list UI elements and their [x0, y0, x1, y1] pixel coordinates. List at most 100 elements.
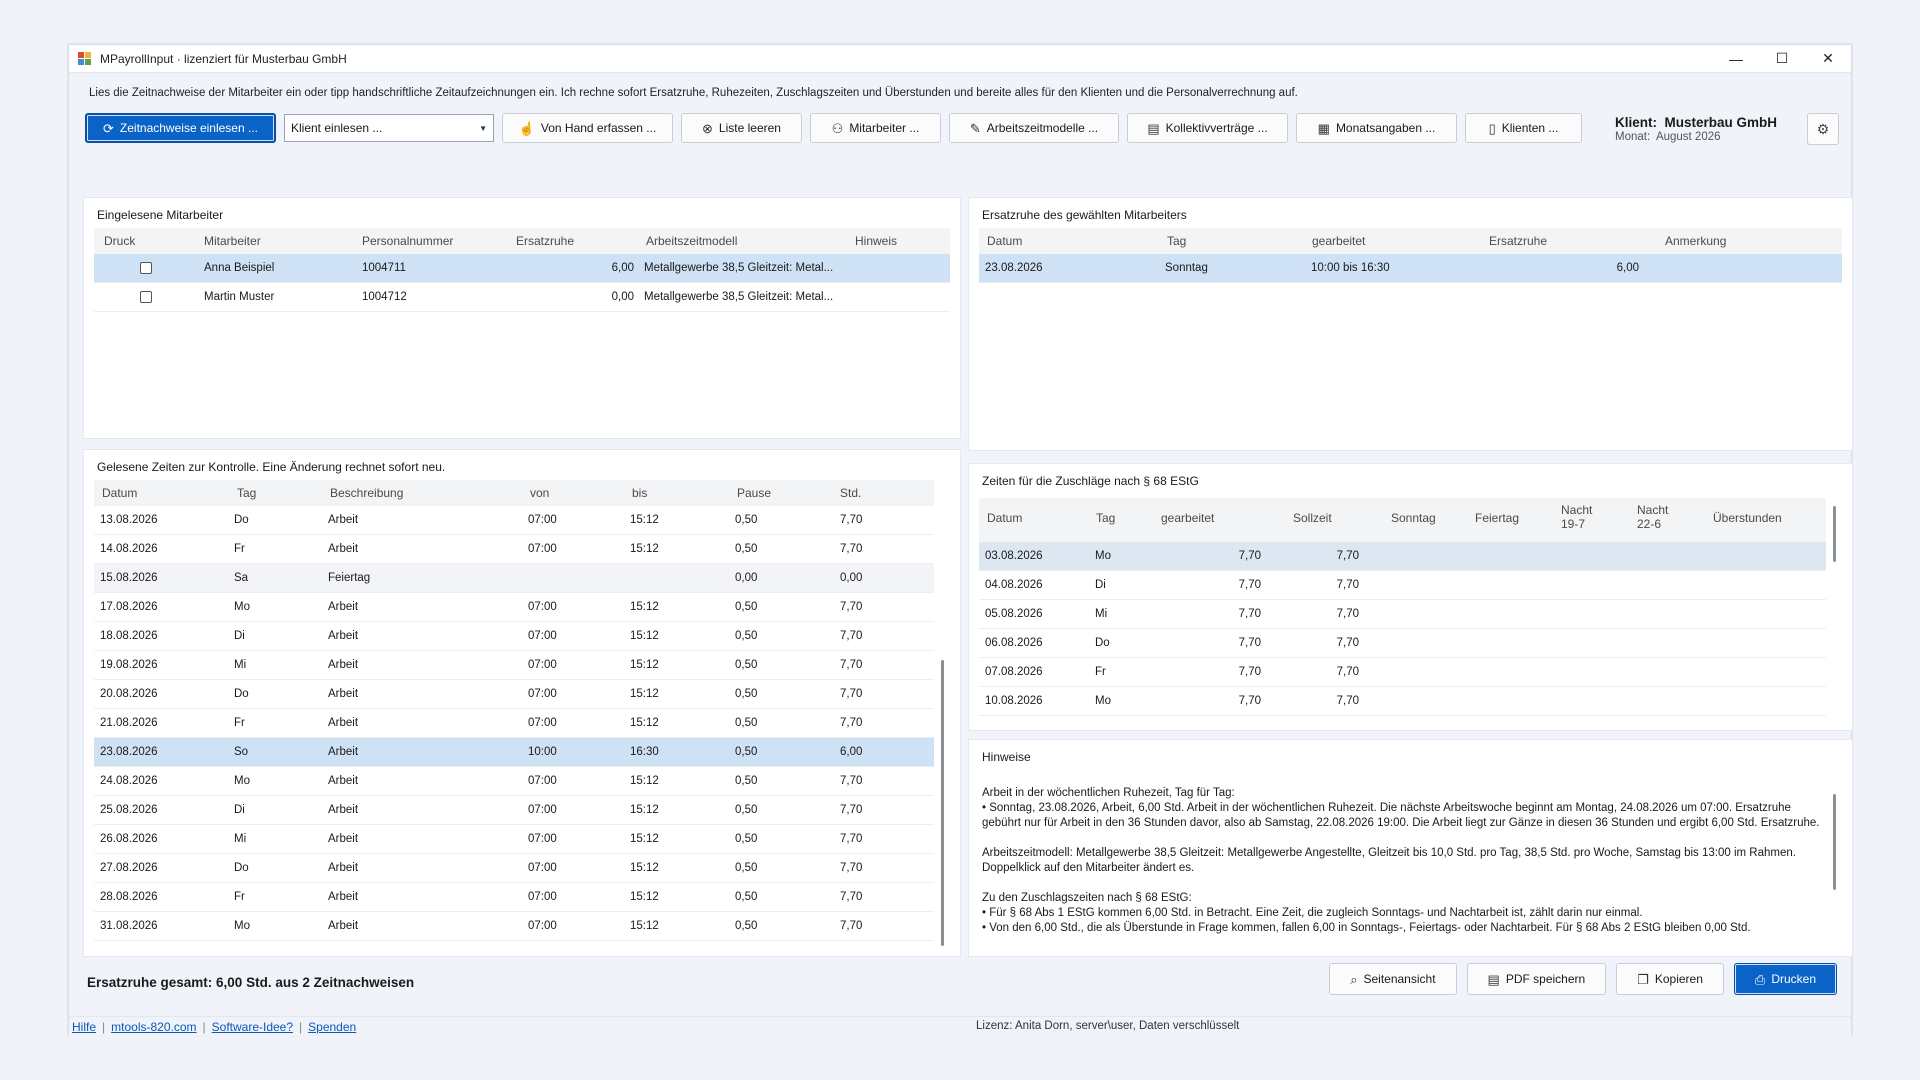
table-row[interactable]: 06.08.2026 Do 7,70 7,70: [979, 629, 1826, 658]
printer-icon: ⎙: [1754, 971, 1766, 987]
table-row[interactable]: 21.08.2026 Fr Arbeit 07:00 15:12 0,50 7,70: [94, 709, 934, 738]
client-select[interactable]: Klient einlesen ... ▼: [284, 114, 494, 142]
monthly-data-button[interactable]: ▦ Monatsangaben ...: [1296, 113, 1457, 143]
software-idea-link[interactable]: Software-Idee?: [212, 1020, 293, 1034]
work-models-label: Arbeitszeitmodelle ...: [986, 121, 1099, 135]
client-label: Klient:: [1615, 115, 1657, 130]
table-row[interactable]: 31.08.2026 Mo Arbeit 07:00 15:12 0,50 7,70: [94, 912, 934, 941]
table-row[interactable]: 28.08.2026 Fr Arbeit 07:00 15:12 0,50 7,70: [94, 883, 934, 912]
table-row[interactable]: 18.08.2026 Di Arbeit 07:00 15:12 0,50 7,70: [94, 622, 934, 651]
maximize-button[interactable]: ☐: [1759, 45, 1805, 72]
time-date: 14.08.2026: [100, 543, 158, 555]
time-from: 07:00: [528, 688, 557, 700]
read-timesheets-button[interactable]: ⟳ Zeitnachweise einlesen ...: [85, 113, 276, 143]
table-row[interactable]: 10.08.2026 Mo 7,70 7,70: [979, 687, 1826, 716]
col-note: Anmerkung: [1665, 234, 1727, 248]
time-pause: 0,50: [735, 746, 758, 758]
table-row[interactable]: 13.08.2026 Do Arbeit 07:00 15:12 0,50 7,70: [94, 506, 934, 535]
print-checkbox[interactable]: [140, 262, 152, 274]
col-rest: Ersatzruhe: [516, 234, 575, 248]
table-row[interactable]: Martin Muster 1004712 0,00 Metallgewerbe…: [94, 283, 950, 312]
table-row[interactable]: 20.08.2026 Do Arbeit 07:00 15:12 0,50 7,70: [94, 680, 934, 709]
time-pause: 0,50: [735, 688, 758, 700]
instruction-text: Lies die Zeitnachweise der Mitarbeiter e…: [89, 87, 1298, 99]
col-date: Datum: [987, 234, 1023, 248]
hints-scrollbar[interactable]: [1833, 794, 1836, 890]
collective-agreements-button[interactable]: ▤ Kollektivverträge ...: [1127, 113, 1288, 143]
table-row[interactable]: 27.08.2026 Do Arbeit 07:00 15:12 0,50 7,70: [94, 854, 934, 883]
employees-button[interactable]: ⚇ Mitarbeiter ...: [810, 113, 941, 143]
time-hours: 7,70: [840, 630, 863, 642]
table-row[interactable]: 24.08.2026 Mo Arbeit 07:00 15:12 0,50 7,70: [94, 767, 934, 796]
client-info: Klient: Musterbau GmbH Monat: August 202…: [1615, 115, 1777, 143]
time-to: 15:12: [630, 514, 659, 526]
surcharge-scrollbar[interactable]: [1833, 506, 1836, 562]
time-description: Feiertag: [328, 572, 371, 584]
help-link[interactable]: Hilfe: [72, 1020, 96, 1034]
time-day: Do: [234, 688, 249, 700]
col-print: Druck: [104, 234, 136, 248]
copy-button[interactable]: ❐ Kopieren: [1616, 963, 1724, 995]
times-panel: Gelesene Zeiten zur Kontrolle. Eine Ände…: [83, 449, 961, 957]
table-row[interactable]: 23.08.2026 So Arbeit 10:00 16:30 0,50 6,00: [94, 738, 934, 767]
time-day: Fr: [234, 717, 245, 729]
surcharge-target: 7,70: [1336, 608, 1359, 620]
minimize-button[interactable]: —: [1713, 45, 1759, 72]
time-date: 28.08.2026: [100, 891, 158, 903]
toolbar: ⟳ Zeitnachweise einlesen ... Klient einl…: [85, 113, 1582, 143]
time-day: Mo: [234, 601, 250, 613]
surcharge-worked: 7,70: [1238, 637, 1261, 649]
time-description: Arbeit: [328, 833, 359, 845]
table-row[interactable]: 15.08.2026 Sa Feiertag 0,00 0,00: [94, 564, 934, 593]
time-date: 27.08.2026: [100, 862, 158, 874]
table-row[interactable]: 14.08.2026 Fr Arbeit 07:00 15:12 0,50 7,70: [94, 535, 934, 564]
times-scrollbar[interactable]: [941, 660, 944, 946]
col-worked: gearbeitet: [1161, 511, 1215, 525]
document-icon: ▯: [1488, 120, 1496, 136]
preview-button[interactable]: ⌕ Seitenansicht: [1329, 963, 1457, 995]
time-hours: 7,70: [840, 514, 863, 526]
time-from: 07:00: [528, 514, 557, 526]
manual-entry-button[interactable]: ☝ Von Hand erfassen ...: [502, 113, 673, 143]
col-day: Tag: [1167, 234, 1187, 248]
print-checkbox[interactable]: [140, 291, 152, 303]
time-hours: 7,70: [840, 717, 863, 729]
table-row[interactable]: 17.08.2026 Mo Arbeit 07:00 15:12 0,50 7,70: [94, 593, 934, 622]
separator: |: [202, 1019, 206, 1034]
employee-name: Anna Beispiel: [204, 262, 275, 274]
times-table: Datum Tag Beschreibung von bis Pause Std…: [94, 480, 934, 941]
time-day: Fr: [234, 891, 245, 903]
table-row[interactable]: 19.08.2026 Mi Arbeit 07:00 15:12 0,50 7,70: [94, 651, 934, 680]
print-button[interactable]: ⎙ Drucken: [1733, 963, 1837, 995]
table-row[interactable]: Anna Beispiel 1004711 6,00 Metallgewerbe…: [94, 254, 950, 283]
time-hours: 7,70: [840, 775, 863, 787]
clients-button[interactable]: ▯ Klienten ...: [1465, 113, 1582, 143]
collective-agreements-label: Kollektivverträge ...: [1165, 121, 1268, 135]
rest-table: Datum Tag gearbeitet Ersatzruhe Anmerkun…: [979, 228, 1842, 283]
table-row[interactable]: 23.08.2026 Sonntag 10:00 bis 16:30 6,00: [979, 254, 1842, 283]
work-model: Metallgewerbe 38,5 Gleitzeit: Metal...: [644, 291, 834, 303]
table-row[interactable]: 03.08.2026 Mo 7,70 7,70: [979, 542, 1826, 571]
table-row[interactable]: 25.08.2026 Di Arbeit 07:00 15:12 0,50 7,70: [94, 796, 934, 825]
time-day: Di: [234, 630, 245, 642]
times-table-header: Datum Tag Beschreibung von bis Pause Std…: [94, 480, 934, 506]
app-window: MPayrollInput · lizenziert für Musterbau…: [68, 44, 1853, 1036]
settings-button[interactable]: ⚙: [1807, 113, 1839, 145]
table-row[interactable]: 07.08.2026 Fr 7,70 7,70: [979, 658, 1826, 687]
work-models-button[interactable]: ✎ Arbeitszeitmodelle ...: [949, 113, 1119, 143]
surcharge-day: Fr: [1095, 666, 1106, 678]
employees-table: Druck Mitarbeiter Personalnummer Ersatzr…: [94, 228, 950, 312]
time-hours: 7,70: [840, 920, 863, 932]
table-row[interactable]: 04.08.2026 Di 7,70 7,70: [979, 571, 1826, 600]
save-pdf-button[interactable]: ▤ PDF speichern: [1466, 963, 1607, 995]
col-to: bis: [632, 486, 648, 500]
donate-link[interactable]: Spenden: [308, 1020, 356, 1034]
time-from: 07:00: [528, 717, 557, 729]
clear-list-button[interactable]: ⊗ Liste leeren: [681, 113, 802, 143]
close-button[interactable]: ✕: [1805, 45, 1851, 72]
table-row[interactable]: 05.08.2026 Mi 7,70 7,70: [979, 600, 1826, 629]
table-row[interactable]: 26.08.2026 Mi Arbeit 07:00 15:12 0,50 7,70: [94, 825, 934, 854]
employees-panel: Eingelesene Mitarbeiter Druck Mitarbeite…: [83, 197, 961, 439]
save-pdf-label: PDF speichern: [1505, 972, 1586, 986]
website-link[interactable]: mtools-820.com: [111, 1020, 196, 1034]
